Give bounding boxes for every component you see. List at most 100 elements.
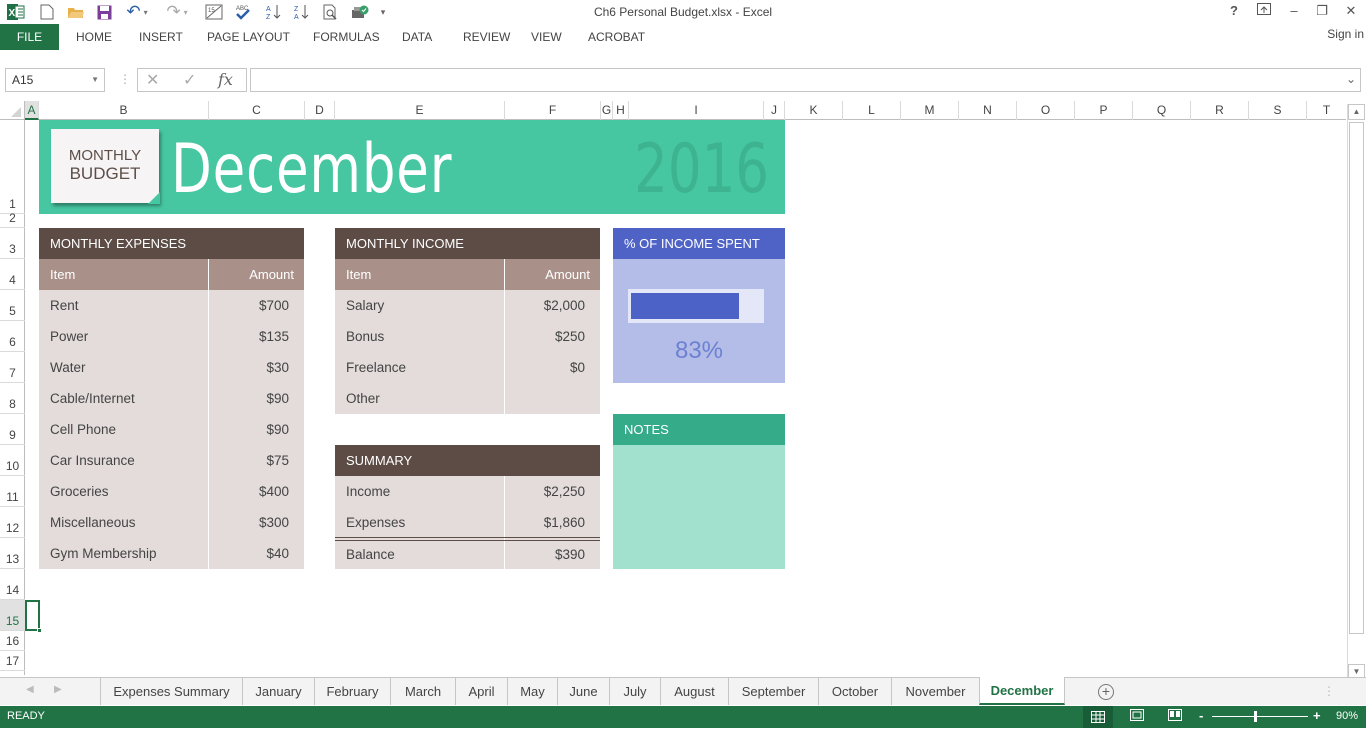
- column-header-o[interactable]: O: [1017, 101, 1075, 120]
- tab-view[interactable]: VIEW: [522, 24, 571, 50]
- row-header-16[interactable]: 16: [0, 631, 25, 651]
- close-icon[interactable]: ✕: [1339, 3, 1363, 21]
- enter-icon[interactable]: ✓: [183, 70, 196, 90]
- row-header-4[interactable]: 4: [0, 259, 25, 290]
- summary-row-expenses[interactable]: Expenses $1,860: [335, 507, 600, 538]
- sheet-tab-december[interactable]: December: [979, 677, 1065, 705]
- sheet-tab-april[interactable]: April: [455, 678, 507, 705]
- row-header-11[interactable]: 11: [0, 476, 25, 507]
- scroll-tabs-right-icon[interactable]: ▶: [54, 684, 62, 695]
- sheet-tab-may[interactable]: May: [507, 678, 557, 705]
- scroll-up-icon[interactable]: ▲: [1348, 104, 1365, 120]
- row-header-12[interactable]: 12: [0, 507, 25, 538]
- column-header-s[interactable]: S: [1249, 101, 1307, 120]
- tab-review[interactable]: REVIEW: [454, 24, 519, 50]
- notes-area[interactable]: [613, 445, 785, 569]
- tab-insert[interactable]: INSERT: [130, 24, 192, 50]
- row-header-7[interactable]: 7: [0, 352, 25, 383]
- expense-row[interactable]: Groceries $400: [39, 476, 304, 507]
- ribbon-display-icon[interactable]: [1252, 3, 1276, 21]
- expand-formula-bar-icon[interactable]: ⌄: [1346, 72, 1356, 86]
- summary-row-income[interactable]: Income $2,250: [335, 476, 600, 507]
- tab-splitter-icon[interactable]: ⋮: [1323, 684, 1335, 698]
- row-header-5[interactable]: 5: [0, 290, 25, 321]
- expense-row[interactable]: Cell Phone $90: [39, 414, 304, 445]
- sheet-tab-august[interactable]: August: [660, 678, 728, 705]
- expense-row[interactable]: Power $135: [39, 321, 304, 352]
- sheet-tab-expenses-summary[interactable]: Expenses Summary: [100, 678, 242, 705]
- insert-function-icon[interactable]: fx: [218, 70, 233, 89]
- zoom-slider[interactable]: [1212, 711, 1308, 722]
- expense-row[interactable]: Water $30: [39, 352, 304, 383]
- active-cell-a15[interactable]: [25, 600, 42, 633]
- zoom-out-icon[interactable]: -: [1199, 708, 1203, 723]
- row-header-1[interactable]: 1: [0, 120, 25, 214]
- select-all-corner[interactable]: [0, 101, 25, 120]
- tab-acrobat[interactable]: ACROBAT: [579, 24, 654, 50]
- row-header-14[interactable]: 14: [0, 569, 25, 600]
- column-header-k[interactable]: K: [785, 101, 843, 120]
- income-row[interactable]: Bonus $250: [335, 321, 600, 352]
- row-header-10[interactable]: 10: [0, 445, 25, 476]
- restore-icon[interactable]: ❐: [1310, 3, 1334, 21]
- expense-row[interactable]: Miscellaneous $300: [39, 507, 304, 538]
- minimize-icon[interactable]: –: [1282, 3, 1306, 21]
- expense-row[interactable]: Car Insurance $75: [39, 445, 304, 476]
- column-header-j[interactable]: J: [764, 101, 785, 120]
- row-header-15[interactable]: 15: [0, 600, 25, 631]
- row-header-2[interactable]: 2: [0, 211, 25, 228]
- scroll-tabs-left-icon[interactable]: ◀: [26, 684, 34, 695]
- sheet-tab-february[interactable]: February: [314, 678, 390, 705]
- column-header-t[interactable]: T: [1307, 101, 1346, 120]
- expense-row[interactable]: Cable/Internet $90: [39, 383, 304, 414]
- formula-bar-grip-icon[interactable]: ⋮: [119, 72, 131, 86]
- row-header-13[interactable]: 13: [0, 538, 25, 569]
- sheet-tab-september[interactable]: September: [728, 678, 818, 705]
- tab-home[interactable]: HOME: [67, 24, 121, 50]
- sheet-tab-march[interactable]: March: [390, 678, 455, 705]
- name-box[interactable]: A15 ▼: [5, 68, 105, 92]
- cancel-icon[interactable]: ✕: [146, 70, 159, 90]
- income-row[interactable]: Other: [335, 383, 600, 414]
- row-header-8[interactable]: 8: [0, 383, 25, 414]
- column-header-m[interactable]: M: [901, 101, 959, 120]
- row-header-17[interactable]: 17: [0, 651, 25, 671]
- sheet-tab-july[interactable]: July: [609, 678, 660, 705]
- column-header-i[interactable]: I: [629, 101, 764, 120]
- column-header-e[interactable]: E: [335, 101, 505, 120]
- vertical-scrollbar[interactable]: ▲ ▼: [1347, 104, 1365, 680]
- formula-input[interactable]: ⌄: [250, 68, 1361, 92]
- sheet-tab-november[interactable]: November: [891, 678, 979, 705]
- expense-row[interactable]: Rent $700: [39, 290, 304, 321]
- tab-data[interactable]: DATA: [393, 24, 441, 50]
- column-header-q[interactable]: Q: [1133, 101, 1191, 120]
- zoom-level[interactable]: 90%: [1336, 710, 1358, 722]
- scroll-thumb[interactable]: [1349, 122, 1364, 634]
- column-header-f[interactable]: F: [505, 101, 601, 120]
- tab-formulas[interactable]: FORMULAS: [304, 24, 389, 50]
- row-header-6[interactable]: 6: [0, 321, 25, 352]
- normal-view-icon[interactable]: [1083, 706, 1113, 728]
- zoom-slider-thumb[interactable]: [1254, 711, 1257, 722]
- summary-row-balance[interactable]: Balance $390: [335, 539, 600, 570]
- sign-in-link[interactable]: Sign in: [1327, 27, 1364, 41]
- help-icon[interactable]: ?: [1222, 3, 1246, 21]
- column-header-n[interactable]: N: [959, 101, 1017, 120]
- column-header-p[interactable]: P: [1075, 101, 1133, 120]
- row-header-3[interactable]: 3: [0, 228, 25, 259]
- sheet-tab-october[interactable]: October: [818, 678, 891, 705]
- column-header-l[interactable]: L: [843, 101, 901, 120]
- column-header-b[interactable]: B: [39, 101, 209, 120]
- income-row[interactable]: Salary $2,000: [335, 290, 600, 321]
- page-break-view-icon[interactable]: [1166, 709, 1184, 725]
- tab-file[interactable]: FILE: [0, 24, 59, 50]
- page-layout-view-icon[interactable]: [1128, 709, 1146, 725]
- expense-row[interactable]: Gym Membership $40: [39, 538, 304, 569]
- column-header-h[interactable]: H: [613, 101, 629, 120]
- column-header-d[interactable]: D: [305, 101, 335, 120]
- tab-page-layout[interactable]: PAGE LAYOUT: [198, 24, 299, 50]
- sheet-tab-june[interactable]: June: [557, 678, 609, 705]
- column-header-r[interactable]: R: [1191, 101, 1249, 120]
- name-box-dropdown-icon[interactable]: ▼: [91, 69, 99, 91]
- zoom-in-icon[interactable]: +: [1313, 708, 1321, 723]
